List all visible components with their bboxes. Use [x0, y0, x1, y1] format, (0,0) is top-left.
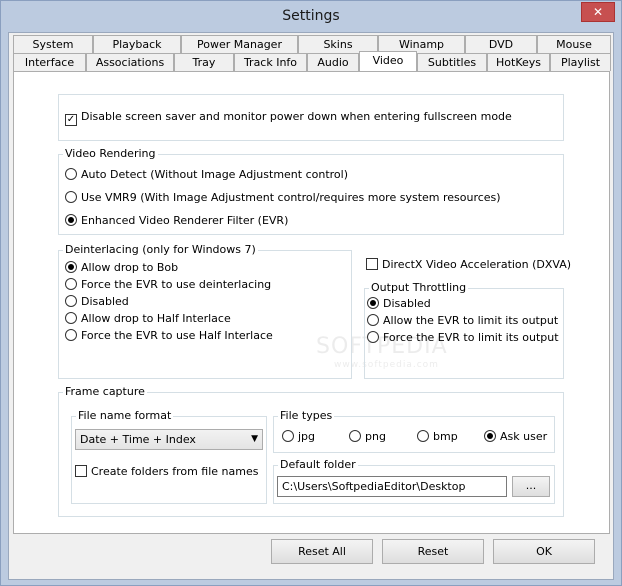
radio-unselected-icon [65, 329, 77, 341]
tab-subtitles[interactable]: Subtitles [417, 53, 487, 71]
reset-button[interactable]: Reset [382, 539, 484, 564]
frame-capture-group: Frame capture File name format Date + Ti… [58, 385, 564, 517]
radio-unselected-icon [65, 168, 77, 180]
radio-allow-evr-limit[interactable]: Allow the EVR to limit its output [367, 313, 558, 329]
checkbox-unchecked-icon [75, 465, 87, 477]
tab-playback[interactable]: Playback [93, 35, 181, 53]
radio-evr[interactable]: Enhanced Video Renderer Filter (EVR) [65, 213, 288, 229]
file-types-legend: File types [278, 409, 335, 423]
deinterlacing-group: Deinterlacing (only for Windows 7) Allow… [58, 243, 352, 379]
radio-use-vmr9[interactable]: Use VMR9 (With Image Adjustment control/… [65, 190, 501, 206]
radio-selected-icon [484, 430, 496, 442]
radio-unselected-icon [65, 278, 77, 290]
tab-playlist[interactable]: Playlist [550, 53, 611, 71]
browse-folder-button[interactable]: ... [512, 476, 550, 497]
tab-hotkeys[interactable]: HotKeys [487, 53, 550, 71]
radio-unselected-icon [282, 430, 294, 442]
tab-track-info[interactable]: Track Info [234, 53, 307, 71]
radio-allow-drop-bob[interactable]: Allow drop to Bob [65, 260, 178, 276]
throttling-disabled-label: Disabled [383, 297, 431, 310]
allow-drop-half-interlace-label: Allow drop to Half Interlace [81, 312, 231, 325]
tab-power-manager[interactable]: Power Manager [181, 35, 298, 53]
disable-screensaver-label: Disable screen saver and monitor power d… [81, 110, 512, 123]
radio-deinterlacing-disabled[interactable]: Disabled [65, 294, 129, 310]
radio-throttling-disabled[interactable]: Disabled [367, 296, 431, 312]
radio-selected-icon [65, 214, 77, 226]
force-evr-half-interlace-label: Force the EVR to use Half Interlace [81, 329, 273, 342]
radio-file-type-bmp[interactable]: bmp [417, 429, 458, 445]
radio-selected-icon [367, 297, 379, 309]
default-folder-input[interactable]: C:\Users\SoftpediaEditor\Desktop [277, 476, 507, 497]
jpg-label: jpg [298, 430, 316, 443]
default-folder-group: Default folder C:\Users\SoftpediaEditor\… [273, 458, 555, 504]
file-name-format-value: Date + Time + Index [80, 433, 196, 446]
screensaver-group: ✓ Disable screen saver and monitor power … [58, 94, 564, 141]
radio-unselected-icon [65, 312, 77, 324]
radio-file-type-ask-user[interactable]: Ask user [484, 429, 547, 445]
tab-audio[interactable]: Audio [307, 53, 359, 71]
use-vmr9-label: Use VMR9 (With Image Adjustment control/… [81, 191, 501, 204]
allow-drop-bob-label: Allow drop to Bob [81, 261, 179, 274]
close-icon: ✕ [592, 5, 604, 19]
radio-file-type-jpg[interactable]: jpg [282, 429, 315, 445]
disable-screensaver-checkbox[interactable]: ✓ Disable screen saver and monitor power … [65, 109, 512, 126]
force-evr-limit-label: Force the EVR to limit its output [383, 331, 559, 344]
close-button[interactable]: ✕ [581, 2, 615, 22]
video-settings-panel: SOFTPEDIA www.softpedia.com ✓ Disable scr… [13, 71, 610, 534]
radio-force-evr-limit[interactable]: Force the EVR to limit its output [367, 330, 559, 346]
radio-file-type-png[interactable]: png [349, 429, 386, 445]
allow-evr-limit-label: Allow the EVR to limit its output [383, 314, 559, 327]
tab-tray[interactable]: Tray [174, 53, 234, 71]
tab-system[interactable]: System [13, 35, 93, 53]
chevron-down-icon: ▼ [251, 434, 258, 444]
file-name-format-legend: File name format [76, 409, 174, 423]
radio-force-evr-deinterlacing[interactable]: Force the EVR to use deinterlacing [65, 277, 271, 293]
evr-label: Enhanced Video Renderer Filter (EVR) [81, 214, 289, 227]
radio-unselected-icon [65, 295, 77, 307]
video-rendering-group: Video Rendering Auto Detect (Without Ima… [58, 147, 564, 235]
auto-detect-label: Auto Detect (Without Image Adjustment co… [81, 168, 349, 181]
file-name-format-select[interactable]: Date + Time + Index ▼ [75, 429, 263, 450]
radio-unselected-icon [349, 430, 361, 442]
radio-auto-detect[interactable]: Auto Detect (Without Image Adjustment co… [65, 167, 348, 183]
settings-window: Settings ✕ System Playback Power Manager… [0, 0, 622, 586]
tab-associations[interactable]: Associations [86, 53, 174, 71]
title-bar: Settings ✕ [1, 1, 621, 32]
radio-unselected-icon [367, 314, 379, 326]
ok-button[interactable]: OK [493, 539, 595, 564]
deinterlacing-legend: Deinterlacing (only for Windows 7) [63, 243, 258, 257]
deinterlacing-disabled-label: Disabled [81, 295, 129, 308]
tab-video[interactable]: Video [359, 51, 417, 71]
radio-unselected-icon [367, 331, 379, 343]
file-types-group: File types jpg png bmp Ask user [273, 409, 555, 453]
dialog-client: System Playback Power Manager Skins Wina… [8, 32, 614, 580]
create-folders-checkbox[interactable]: Create folders from file names [75, 464, 258, 480]
file-name-format-group: File name format Date + Time + Index ▼ C… [71, 409, 267, 504]
radio-unselected-icon [417, 430, 429, 442]
default-folder-legend: Default folder [278, 458, 358, 472]
output-throttling-group: Output Throttling Disabled Allow the EVR… [364, 281, 564, 379]
create-folders-label: Create folders from file names [91, 465, 259, 478]
video-rendering-legend: Video Rendering [63, 147, 158, 161]
checkbox-checked-icon: ✓ [65, 114, 77, 126]
dxva-label: DirectX Video Acceleration (DXVA) [382, 258, 572, 271]
radio-force-evr-half-interlace[interactable]: Force the EVR to use Half Interlace [65, 328, 273, 344]
tab-mouse[interactable]: Mouse [537, 35, 611, 53]
output-throttling-legend: Output Throttling [369, 281, 469, 295]
window-title: Settings [282, 8, 340, 24]
bmp-label: bmp [433, 430, 458, 443]
radio-selected-icon [65, 261, 77, 273]
radio-allow-drop-half-interlace[interactable]: Allow drop to Half Interlace [65, 311, 231, 327]
dxva-checkbox[interactable]: DirectX Video Acceleration (DXVA) [366, 257, 571, 273]
tab-interface[interactable]: Interface [13, 53, 86, 71]
frame-capture-legend: Frame capture [63, 385, 147, 399]
checkbox-unchecked-icon [366, 258, 378, 270]
radio-unselected-icon [65, 191, 77, 203]
reset-all-button[interactable]: Reset All [271, 539, 373, 564]
tab-dvd[interactable]: DVD [465, 35, 537, 53]
ask-user-label: Ask user [500, 430, 548, 443]
png-label: png [365, 430, 386, 443]
force-evr-deinterlacing-label: Force the EVR to use deinterlacing [81, 278, 272, 291]
